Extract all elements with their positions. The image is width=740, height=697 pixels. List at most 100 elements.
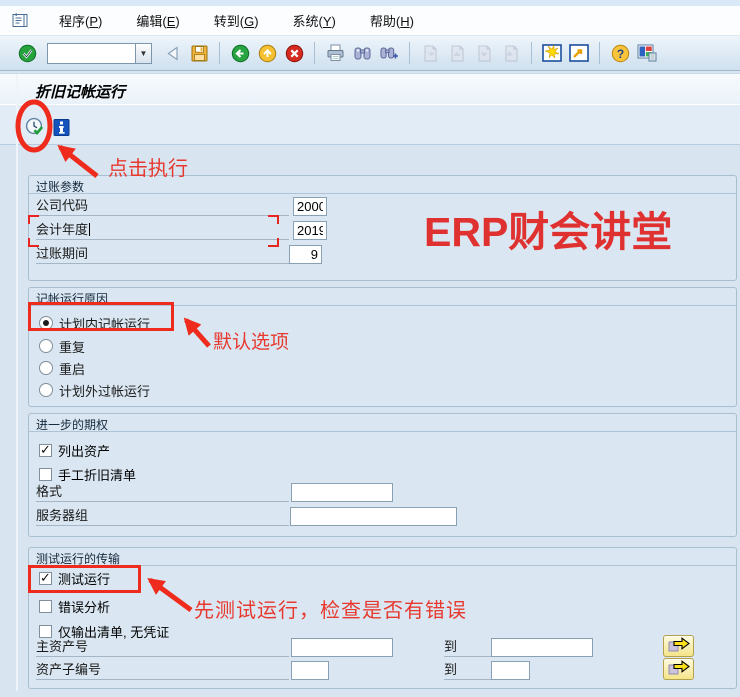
- radio-button[interactable]: [39, 316, 53, 330]
- customize-layout-icon[interactable]: [636, 42, 658, 64]
- window-inner-border: [16, 74, 18, 691]
- main-asset-to-input[interactable]: [491, 638, 593, 657]
- sap-gui-window: 程序(P) 编辑(E) 转到(G) 系统(Y) 帮助(H) ▼: [0, 0, 740, 697]
- main-asset-multiselect-button[interactable]: [663, 635, 694, 657]
- radio-option-repeat[interactable]: 重复: [29, 337, 736, 355]
- section-posting-run-reason: 记帐运行原因 计划内记帐运行 重复 重启 计划外过帐运行: [28, 287, 737, 407]
- checkbox-list-assets[interactable]: 列出资产: [29, 441, 110, 459]
- form-row: 服务器组: [29, 507, 736, 527]
- toolbar-separator: [219, 42, 220, 64]
- toolbar-separator: [409, 42, 410, 64]
- form-row: 公司代码: [29, 197, 736, 217]
- menu-goto[interactable]: 转到(G): [208, 8, 265, 33]
- svg-text:?: ?: [616, 47, 623, 61]
- toolbar-separator: [314, 42, 315, 64]
- range-row-asset-subnumber: 资产子编号 到: [29, 661, 736, 681]
- command-input[interactable]: [47, 43, 135, 64]
- menu-system[interactable]: 系统(Y): [287, 8, 342, 33]
- first-page-icon[interactable]: [419, 42, 441, 64]
- checkbox-label: 列出资产: [58, 441, 110, 460]
- checkbox[interactable]: [39, 600, 52, 613]
- cancel-icon[interactable]: [283, 42, 305, 64]
- back-nav-icon[interactable]: [229, 42, 251, 64]
- server-group-label: 服务器组: [36, 507, 289, 526]
- server-group-input[interactable]: [290, 507, 457, 526]
- command-field: ▼: [47, 43, 152, 64]
- menu-bar: 程序(P) 编辑(E) 转到(G) 系统(Y) 帮助(H): [0, 6, 740, 36]
- page-title: 折旧记帐运行: [35, 81, 125, 102]
- text-cursor: [89, 223, 90, 236]
- system-menu-icon[interactable]: [12, 13, 29, 28]
- posting-period-label: 过账期间: [36, 245, 289, 264]
- section-title: 记帐运行原因: [29, 288, 736, 306]
- print-icon[interactable]: [324, 42, 346, 64]
- radio-button[interactable]: [39, 383, 53, 397]
- last-page-icon[interactable]: [500, 42, 522, 64]
- info-icon[interactable]: [53, 118, 70, 137]
- menu-help[interactable]: 帮助(H): [364, 8, 420, 33]
- checkbox-test-run[interactable]: 测试运行: [29, 569, 110, 587]
- subasset-from-input[interactable]: [291, 661, 329, 680]
- help-icon[interactable]: ?: [609, 42, 631, 64]
- fiscal-year-input[interactable]: [293, 221, 327, 240]
- fiscal-year-label: 会计年度: [36, 221, 289, 240]
- new-session-icon[interactable]: [541, 42, 563, 64]
- form-row: 格式: [29, 483, 736, 503]
- find-next-icon[interactable]: [378, 42, 400, 64]
- enter-icon[interactable]: [16, 42, 38, 64]
- toolbar-separator: [531, 42, 532, 64]
- checkbox-error-analysis[interactable]: 错误分析: [29, 597, 110, 615]
- asset-subnumber-label: 资产子编号: [36, 661, 289, 680]
- back-icon[interactable]: [161, 42, 183, 64]
- checkbox-label: 错误分析: [58, 597, 110, 616]
- generate-shortcut-icon[interactable]: [568, 42, 590, 64]
- range-row-main-asset: 主资产号 到: [29, 638, 736, 658]
- checkbox[interactable]: [39, 444, 52, 457]
- subasset-multiselect-button[interactable]: [663, 658, 694, 680]
- posting-period-input[interactable]: [289, 245, 322, 264]
- section-test-run: 测试运行的传输 测试运行 错误分析 仅输出清单, 无凭证 主资产号 到 资产子编…: [28, 547, 737, 689]
- next-page-icon[interactable]: [473, 42, 495, 64]
- previous-page-icon[interactable]: [446, 42, 468, 64]
- radio-option-planned-run[interactable]: 计划内记帐运行: [29, 314, 736, 332]
- to-label: 到: [444, 638, 491, 657]
- radio-label: 重复: [59, 337, 85, 356]
- radio-label: 计划内记帐运行: [59, 314, 150, 333]
- company-code-input[interactable]: [293, 197, 327, 216]
- checkbox[interactable]: [39, 625, 52, 638]
- screen-title-bar: 折旧记帐运行: [0, 73, 740, 104]
- checkbox-manual-depreciation-list[interactable]: 手工折旧清单: [29, 465, 136, 483]
- command-dropdown-icon[interactable]: ▼: [135, 43, 152, 64]
- checkbox-label: 手工折旧清单: [58, 465, 136, 484]
- click-execute-arrow: [60, 147, 97, 176]
- standard-toolbar: ▼: [0, 36, 740, 71]
- radio-option-unplanned-run[interactable]: 计划外过帐运行: [29, 381, 736, 399]
- save-icon[interactable]: [188, 42, 210, 64]
- section-further-options: 进一步的期权 列出资产 手工折旧清单 格式 服务器组: [28, 413, 737, 537]
- main-asset-from-input[interactable]: [291, 638, 393, 657]
- find-icon[interactable]: [351, 42, 373, 64]
- form-row: 会计年度: [29, 221, 736, 241]
- subasset-to-input[interactable]: [491, 661, 530, 680]
- radio-label: 计划外过帐运行: [59, 381, 150, 400]
- checkbox[interactable]: [39, 572, 52, 585]
- to-label: 到: [444, 661, 491, 680]
- execute-icon[interactable]: [25, 117, 45, 137]
- menu-edit[interactable]: 编辑(E): [130, 8, 185, 33]
- menu-program[interactable]: 程序(P): [53, 8, 108, 33]
- toolbar-separator: [599, 42, 600, 64]
- application-toolbar: [0, 104, 740, 145]
- radio-label: 重启: [59, 359, 85, 378]
- format-input[interactable]: [291, 483, 393, 502]
- checkbox[interactable]: [39, 468, 52, 481]
- section-title: 过账参数: [29, 176, 736, 194]
- radio-button[interactable]: [39, 339, 53, 353]
- radio-option-restart[interactable]: 重启: [29, 359, 736, 377]
- exit-icon[interactable]: [256, 42, 278, 64]
- section-title: 测试运行的传输: [29, 548, 736, 566]
- radio-button[interactable]: [39, 361, 53, 375]
- section-title: 进一步的期权: [29, 414, 736, 432]
- format-label: 格式: [36, 483, 289, 502]
- form-row: 过账期间: [29, 245, 736, 265]
- section-posting-parameters: 过账参数 公司代码 会计年度 过账期间: [28, 175, 737, 281]
